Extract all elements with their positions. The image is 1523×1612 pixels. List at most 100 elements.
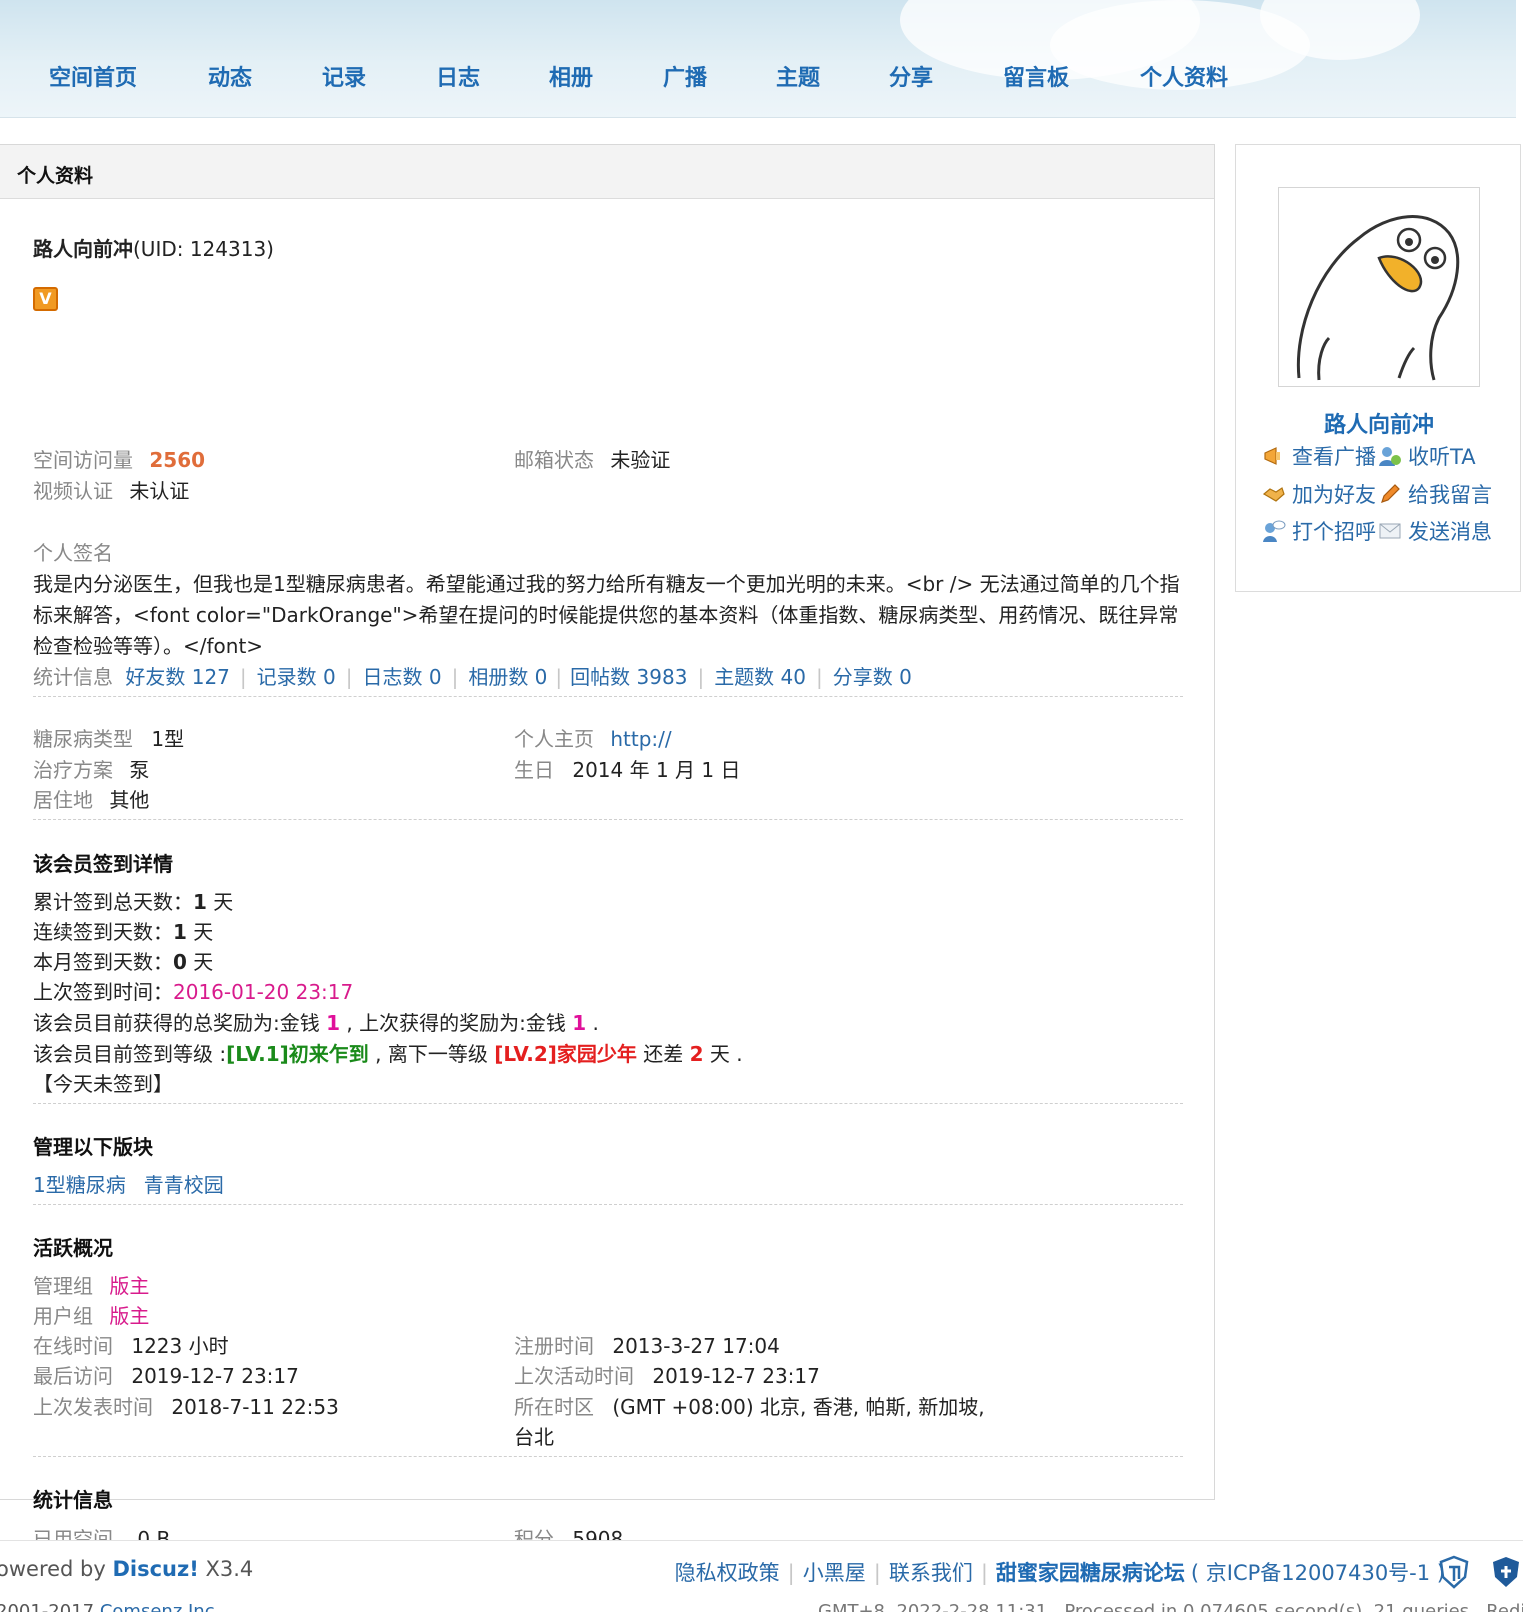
checkin-last-label: 上次签到时间： — [33, 980, 173, 1004]
day-unit: 天 — [186, 920, 214, 944]
last-visit-value: 2019-12-7 23:17 — [131, 1364, 299, 1388]
checkin-today-link[interactable]: 【今天未签到】 — [33, 1068, 173, 1097]
level-remain-prefix: 还差 — [636, 1042, 690, 1066]
stat-shares-link[interactable]: 分享数 0 — [833, 665, 912, 689]
view-broadcast-label: 查看广播 — [1292, 445, 1376, 469]
board-link-t1d[interactable]: 1型糖尿病 — [33, 1173, 126, 1197]
email-label: 邮箱状态 — [514, 448, 594, 472]
manage-title: 管理以下版块 — [33, 1135, 153, 1159]
level-remain-suffix: 天 . — [703, 1042, 743, 1066]
checkin-month-row: 本月签到天数：0 天 — [33, 946, 213, 975]
privacy-link[interactable]: 隐私权政策 — [675, 1561, 780, 1585]
visits-row: 空间访问量 2560 — [33, 444, 205, 473]
footer-separator: | — [787, 1561, 795, 1585]
stat-replies-link[interactable]: 回帖数 3983 — [570, 665, 687, 689]
nav-feed[interactable]: 动态 — [208, 60, 252, 92]
birthday-row: 生日 2014 年 1 月 1 日 — [514, 754, 741, 783]
stat-friends-link[interactable]: 好友数 127 — [125, 665, 230, 689]
admin-group-link[interactable]: 版主 — [109, 1274, 149, 1298]
divider — [33, 1103, 1183, 1104]
nav-guestbook[interactable]: 留言板 — [1003, 60, 1069, 92]
card-username[interactable]: 路人向前冲 — [1236, 407, 1522, 439]
timezone-value: (GMT +08:00) 北京, 香港, 帕斯, 新加坡, — [612, 1395, 985, 1419]
nav-space-home[interactable]: 空间首页 — [49, 60, 137, 92]
level-mid: , 离下一等级 — [368, 1042, 495, 1066]
header-banner: 空间首页 动态 记录 日志 相册 广播 主题 分享 留言板 个人资料 — [0, 0, 1516, 118]
follow-user-icon — [1379, 447, 1401, 466]
nav-broadcast[interactable]: 广播 — [663, 60, 707, 92]
board-link-campus[interactable]: 青青校园 — [144, 1173, 224, 1197]
user-group-link[interactable]: 版主 — [109, 1304, 149, 1328]
admin-group-label: 管理组 — [33, 1274, 93, 1298]
checkin-month-value: 0 — [173, 950, 187, 974]
residence-label: 居住地 — [33, 788, 93, 812]
timezone-label: 所在时区 — [514, 1395, 594, 1419]
checkin-title: 该会员签到详情 — [33, 852, 173, 876]
diabetes-type-row: 糖尿病类型 1型 — [33, 723, 184, 752]
leave-message-link[interactable]: 给我留言 — [1378, 479, 1492, 509]
checkin-level-row: 该会员目前签到等级 :[LV.1]初来乍到 , 离下一等级 [LV.2]家园少年… — [33, 1038, 743, 1067]
visits-label: 空间访问量 — [33, 448, 133, 472]
send-message-label: 发送消息 — [1408, 520, 1492, 544]
stat-threads-link[interactable]: 主题数 40 — [714, 665, 806, 689]
contact-link[interactable]: 联系我们 — [889, 1561, 973, 1585]
send-message-link[interactable]: 发送消息 — [1378, 516, 1492, 546]
activity-title: 活跃概况 — [33, 1236, 113, 1260]
register-label: 注册时间 — [514, 1334, 594, 1358]
divider — [33, 819, 1183, 820]
view-broadcast-link[interactable]: 查看广播 — [1262, 441, 1376, 471]
divider — [33, 1204, 1183, 1205]
add-friend-link[interactable]: 加为好友 — [1262, 479, 1376, 509]
residence-row: 居住地 其他 — [33, 784, 149, 813]
follow-link[interactable]: 收听TA — [1378, 441, 1476, 471]
nav-profile[interactable]: 个人资料 — [1140, 60, 1228, 92]
checkin-total-row: 累计签到总天数：1 天 — [33, 886, 233, 915]
police-badge-icon[interactable] — [1490, 1555, 1522, 1589]
homepage-link[interactable]: http:// — [610, 727, 671, 751]
video-row: 视频认证 未认证 — [33, 475, 189, 504]
stat-separator: | — [239, 665, 247, 689]
nav-album[interactable]: 相册 — [549, 60, 593, 92]
pencil-icon — [1381, 484, 1400, 503]
level-remain: 2 — [689, 1042, 704, 1066]
add-friend-label: 加为好友 — [1292, 483, 1376, 507]
discuz-link[interactable]: Discuz! — [112, 1557, 198, 1581]
avatar[interactable] — [1278, 187, 1480, 387]
last-active-label: 上次活动时间 — [514, 1364, 634, 1388]
say-hello-link[interactable]: 打个招呼 — [1262, 516, 1376, 546]
birthday-label: 生日 — [514, 758, 554, 782]
comsenz-link[interactable]: Comsenz Inc. — [100, 1601, 220, 1612]
stat-albums-link[interactable]: 相册数 0 — [468, 665, 547, 689]
checkin-total-label: 累计签到总天数： — [33, 890, 193, 914]
stat-blogs-link[interactable]: 日志数 0 — [362, 665, 441, 689]
vip-badge-icon[interactable]: V — [33, 287, 58, 311]
icp-link[interactable]: ( 京ICP备12007430号-1 ) — [1191, 1561, 1445, 1585]
video-label: 视频认证 — [33, 479, 113, 503]
day-unit: 天 — [206, 890, 234, 914]
email-row: 邮箱状态 未验证 — [514, 444, 670, 473]
reward-end: . — [586, 1011, 599, 1035]
online-value: 1223 小时 — [131, 1334, 229, 1358]
checkin-last-value: 2016-01-20 23:17 — [173, 980, 354, 1004]
divider — [33, 1456, 1183, 1457]
footer: owered by Discuz! X3.4 2001-2017 Comsenz… — [0, 1540, 1523, 1612]
site-name-link[interactable]: 甜蜜家园糖尿病论坛 — [996, 1561, 1185, 1585]
blackroom-link[interactable]: 小黑屋 — [803, 1561, 866, 1585]
bird-avatar-icon — [1296, 215, 1460, 381]
nav-share[interactable]: 分享 — [889, 60, 933, 92]
username-row: 路人向前冲(UID: 124313) — [33, 233, 274, 262]
diabetes-type-label: 糖尿病类型 — [33, 727, 133, 751]
visits-value: 2560 — [149, 448, 206, 472]
stat-separator: | — [345, 665, 353, 689]
nav-records[interactable]: 记录 — [322, 60, 366, 92]
greet-user-icon — [1263, 520, 1286, 542]
stat-records-link[interactable]: 记录数 0 — [257, 665, 336, 689]
signature-text: 我是内分泌医生，但我也是1型糖尿病患者。希望能通过我的努力给所有糖友一个更加光明… — [33, 572, 1180, 658]
security-shield-icon[interactable] — [1438, 1555, 1470, 1589]
envelope-icon — [1379, 523, 1401, 539]
nav-threads[interactable]: 主题 — [776, 60, 820, 92]
timezone-value-cont: 台北 — [514, 1425, 554, 1449]
profile-panel: 个人资料 路人向前冲(UID: 124313) V 空间访问量 2560 邮箱状… — [0, 144, 1215, 1581]
uid: (UID: 124313) — [133, 237, 274, 261]
nav-blog[interactable]: 日志 — [436, 60, 480, 92]
